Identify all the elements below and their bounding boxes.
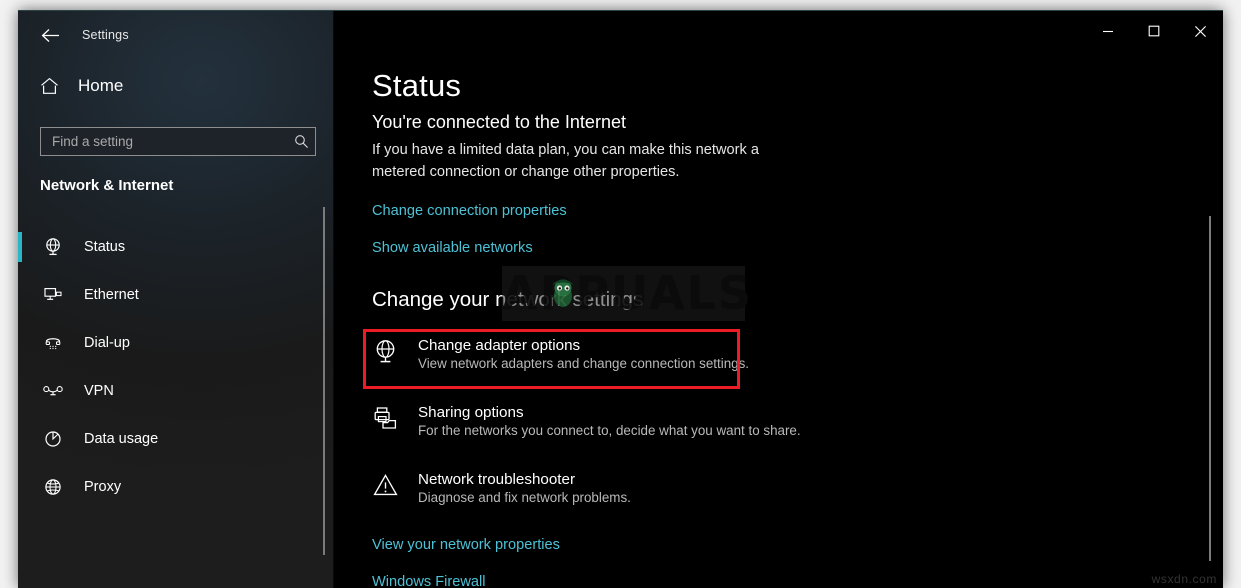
settings-window: Settings Home Network & Internet [18,10,1223,588]
adapter-globe-icon [372,336,418,365]
link-row-show-networks: Show available networks [372,239,1223,257]
network-status-icon [40,237,66,257]
maximize-icon [1148,25,1160,37]
search-input[interactable] [41,128,287,155]
minimize-button[interactable] [1085,11,1131,51]
sidebar-item-ethernet[interactable]: Ethernet [18,271,334,319]
link-windows-firewall[interactable]: Windows Firewall [372,574,486,588]
sidebar-item-label: Dial-up [84,335,130,351]
globe-icon [40,477,66,497]
option-network-troubleshooter[interactable]: Network troubleshooter Diagnose and fix … [372,462,1223,515]
sidebar: Settings Home Network & Internet [18,11,334,588]
vpn-icon [40,381,66,401]
content-scrollbar[interactable] [1209,216,1211,561]
option-title: Network troubleshooter [418,471,576,489]
status-page: Status You're connected to the Internet … [372,68,1223,588]
sidebar-item-vpn[interactable]: VPN [18,367,334,415]
network-settings-options: Change adapter options View network adap… [372,328,1223,515]
link-view-network-properties[interactable]: View your network properties [372,537,560,553]
window-controls [1085,11,1223,51]
dialup-modem-icon [40,333,66,353]
close-icon [1194,25,1206,37]
option-title: Sharing options [418,404,524,422]
home-icon [41,77,58,94]
content-area: Status You're connected to the Internet … [334,11,1223,588]
sidebar-item-label: Data usage [84,431,159,447]
ethernet-icon [40,285,66,305]
option-change-adapter-options[interactable]: Change adapter options View network adap… [372,328,1223,381]
link-row-change-connection: Change connection properties [372,202,1223,220]
sidebar-nav-list: Status Ethernet Dial-up VPN Data usage P… [18,223,334,511]
app-title: Settings [82,28,129,42]
option-subtitle: View network adapters and change connect… [418,356,750,372]
site-credit: wsxdn.com [1151,572,1217,586]
close-button[interactable] [1177,11,1223,51]
link-show-available-networks[interactable]: Show available networks [372,240,533,256]
sidebar-titlebar: Settings [18,11,334,59]
connection-description: If you have a limited data plan, you can… [372,142,759,181]
link-row-windows-firewall: Windows Firewall [372,573,1223,588]
sidebar-scrollbar[interactable] [323,207,325,555]
back-button[interactable] [28,17,72,53]
sidebar-item-data-usage[interactable]: Data usage [18,415,334,463]
sidebar-item-label: Status [84,239,126,255]
option-subtitle: Diagnose and fix network problems. [418,490,631,506]
back-arrow-icon [41,28,59,42]
connection-heading: You're connected to the Internet [372,112,626,133]
sidebar-item-dial-up[interactable]: Dial-up [18,319,334,367]
link-change-connection-properties[interactable]: Change connection properties [372,203,567,219]
sidebar-item-proxy[interactable]: Proxy [18,463,334,511]
sidebar-item-status[interactable]: Status [18,223,334,271]
sidebar-item-label: Ethernet [84,287,139,303]
option-subtitle: For the networks you connect to, decide … [418,423,801,439]
sidebar-category-title: Network & Internet [40,177,174,194]
sidebar-item-home[interactable]: Home [40,76,123,96]
sharing-printer-icon [372,403,418,432]
page-title: Status [372,68,462,103]
search-icon[interactable] [287,134,315,149]
sidebar-item-label: Proxy [84,479,122,495]
search-box[interactable] [40,127,316,156]
minimize-icon [1103,30,1113,33]
warning-triangle-icon [372,470,418,499]
option-sharing-options[interactable]: Sharing options For the networks you con… [372,395,1223,448]
home-label: Home [78,76,124,95]
link-row-network-properties: View your network properties [372,536,1223,554]
section-title-network-settings: Change your network settings [372,288,644,312]
maximize-button[interactable] [1131,11,1177,51]
sidebar-item-label: VPN [84,383,114,399]
pie-chart-icon [40,429,66,449]
option-title: Change adapter options [418,337,581,355]
